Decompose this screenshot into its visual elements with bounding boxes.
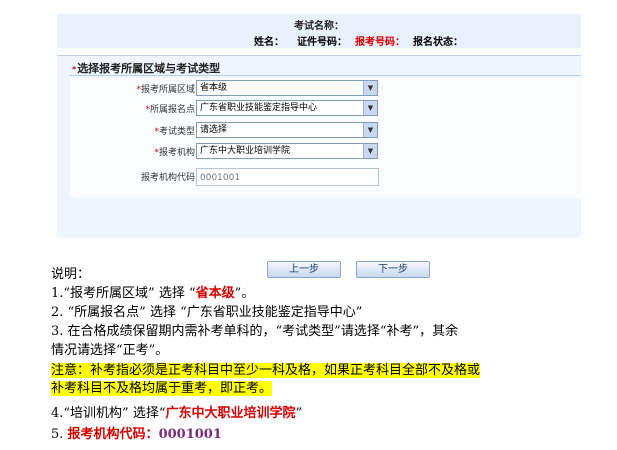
region-select[interactable]: 省本级 ▼: [196, 80, 378, 96]
section-divider: [70, 75, 581, 76]
region-exam-type-panel: *选择报考所属区域与考试类型 *报考所属区域 省本级 ▼ *所属报名点 广东省职…: [57, 55, 581, 278]
note-1: 1.“报考所属区域” 选择 “省本级”。: [51, 286, 255, 301]
section-title: *选择报考所属区域与考试类型: [72, 62, 221, 75]
chevron-down-icon[interactable]: ▼: [363, 101, 377, 115]
agency-label: *报考机构: [154, 148, 195, 158]
region-label: *报考所属区域: [136, 85, 195, 95]
signup-point-row: *所属报名点 广东省职业技能鉴定指导中心 ▼: [57, 100, 581, 116]
note-4: 4.“培训机构” 选择“广东中大职业培训学院”: [51, 406, 303, 421]
notes-heading: 说明：: [51, 267, 91, 282]
name-label: 姓名：: [254, 37, 284, 48]
chevron-down-icon[interactable]: ▼: [363, 144, 377, 158]
section-marker-icon: *: [72, 65, 77, 74]
registration-number-label: 报考号码：: [355, 37, 405, 48]
note-2: 2. “所属报名点” 选择 “广东省职业技能鉴定指导中心”: [51, 305, 363, 320]
exam-name-label: 考试名称：: [294, 21, 344, 32]
agency-code-row: 报考机构代码 0001001: [57, 168, 581, 186]
note-5: 5. 报考机构代码：0001001: [51, 427, 222, 442]
next-step-button[interactable]: 下一步: [356, 261, 430, 278]
agency-code-input[interactable]: 0001001: [196, 168, 379, 186]
exam-type-label: *考试类型: [154, 127, 195, 137]
note-3: 3. 在合格成绩保留期内需补考单科的，“考试类型”请选择“补考”，其余: [51, 324, 459, 339]
id-number-label: 证件号码：: [297, 37, 347, 48]
exam-info-header: 考试名称： 姓名： 证件号码： 报考号码： 报名状态：: [57, 14, 581, 48]
chevron-down-icon[interactable]: ▼: [363, 81, 377, 95]
exam-type-row: *考试类型 请选择 ▼: [57, 122, 581, 138]
warning-note-continued: 补考科目不及格均属于重考，即正考。: [51, 381, 273, 396]
agency-row: *报考机构 广东中大职业培训学院 ▼: [57, 143, 581, 159]
exam-type-select[interactable]: 请选择 ▼: [196, 122, 378, 138]
region-row: *报考所属区域 省本级 ▼: [57, 80, 581, 96]
agency-select[interactable]: 广东中大职业培训学院 ▼: [196, 143, 378, 159]
chevron-down-icon[interactable]: ▼: [363, 123, 377, 137]
prev-step-button[interactable]: 上一步: [267, 261, 341, 278]
registration-status-label: 报名状态：: [413, 37, 463, 48]
signup-point-label: *所属报名点: [145, 105, 195, 115]
signup-point-select[interactable]: 广东省职业技能鉴定指导中心 ▼: [196, 100, 378, 116]
warning-note: 注意：补考指必须是正考科目中至少一科及格，如果正考科目全部不及格或: [51, 363, 481, 378]
note-3-continued: 情况请选择“正考”。: [51, 343, 169, 358]
agency-code-label: 报考机构代码: [140, 173, 195, 183]
